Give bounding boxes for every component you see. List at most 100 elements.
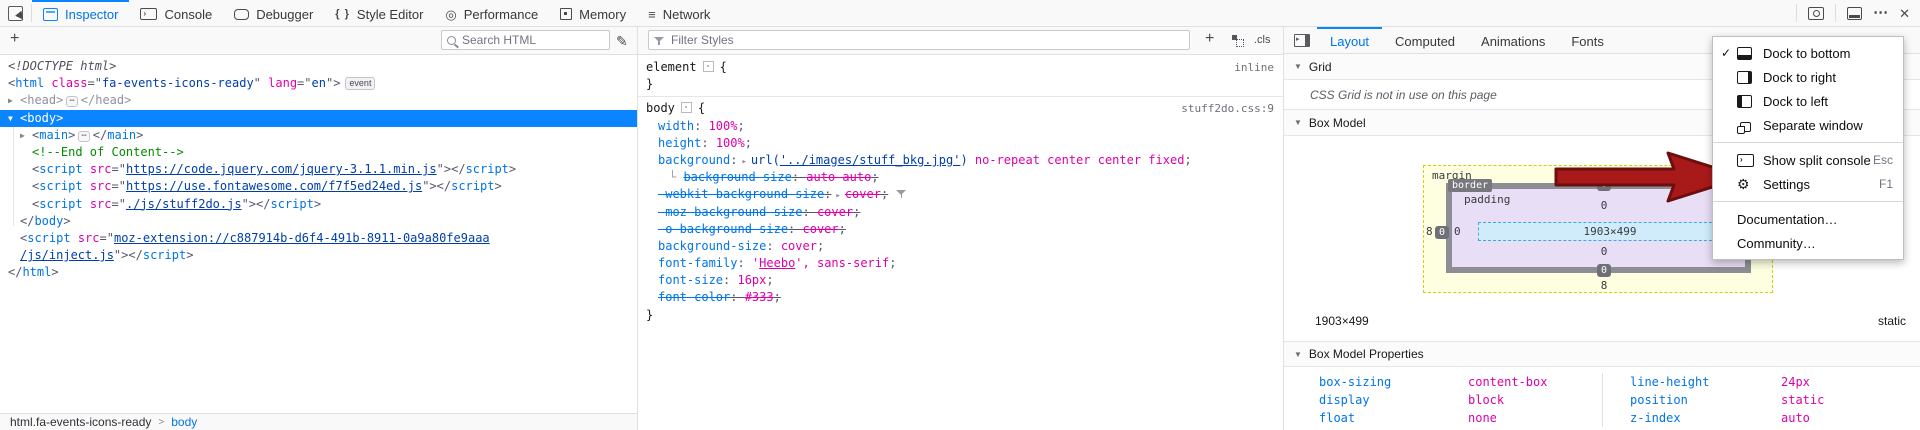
- property-row: line-height24px: [1630, 373, 1920, 391]
- tab-inspector[interactable]: Inspector: [32, 0, 129, 26]
- rule-source-link[interactable]: inline: [1234, 59, 1274, 76]
- css-declaration[interactable]: background-size: cover;: [638, 238, 1283, 255]
- css-declaration[interactable]: -webkit-background-size:▸cover;: [638, 186, 1283, 203]
- meatball-menu-icon[interactable]: ⋯: [1873, 8, 1888, 18]
- border-bottom-value[interactable]: 0: [1584, 263, 1624, 276]
- css-declaration[interactable]: body{stuff2do.css:9: [638, 100, 1283, 117]
- property-name[interactable]: line-height: [1630, 373, 1781, 391]
- tab-animations[interactable]: Animations: [1468, 27, 1558, 53]
- tab-label: Debugger: [256, 7, 313, 22]
- add-node-icon[interactable]: +: [10, 32, 19, 46]
- tab-memory[interactable]: Memory: [549, 0, 637, 26]
- rule-source-link[interactable]: stuff2do.css:9: [1181, 100, 1274, 117]
- css-declaration[interactable]: width: 100%;: [638, 118, 1283, 135]
- border-top-value[interactable]: 0: [1584, 177, 1624, 190]
- menu-item-community[interactable]: Community…: [1713, 231, 1903, 255]
- tab-debugger[interactable]: Debugger: [223, 0, 324, 26]
- css-declaration[interactable]: font-size: 16px;: [638, 272, 1283, 289]
- margin-left-value[interactable]: 8: [1426, 225, 1433, 238]
- collapse-twisty-icon[interactable]: ▼: [8, 110, 13, 127]
- tab-computed[interactable]: Computed: [1382, 27, 1468, 53]
- split-console-icon: ›: [1737, 154, 1754, 167]
- css-declaration[interactable]: font-family: 'Heebo', sans-serif;: [638, 255, 1283, 272]
- tab-label: Style Editor: [357, 7, 423, 22]
- markup-row[interactable]: ▶<head>⋯</head>: [0, 92, 637, 109]
- menu-item-settings[interactable]: ⚙SettingsF1: [1713, 172, 1903, 196]
- highlight-selector-icon[interactable]: [703, 61, 714, 72]
- menu-item-documentation[interactable]: Documentation…: [1713, 207, 1903, 231]
- css-declaration[interactable]: element{inline: [638, 59, 1283, 76]
- padding-left-value[interactable]: 0: [1454, 225, 1461, 238]
- markup-row[interactable]: <script src="moz-extension://c887914b-d6…: [0, 230, 637, 247]
- css-declaration[interactable]: font-color: #333;: [638, 289, 1283, 306]
- css-declaration[interactable]: height: 100%;: [638, 135, 1283, 152]
- expand-twisty-icon[interactable]: ▶: [8, 92, 13, 109]
- dock-side-icon[interactable]: [1847, 7, 1862, 20]
- menu-item-dock-to-right[interactable]: Dock to right: [1713, 65, 1903, 89]
- css-declaration[interactable]: -moz-background-size: cover;: [638, 204, 1283, 221]
- element-dimensions: 1903×499: [1315, 314, 1369, 328]
- padding-bottom-value[interactable]: 0: [1584, 245, 1624, 258]
- markup-row[interactable]: /js/inject.js"></script>: [0, 247, 637, 264]
- tab-fonts[interactable]: Fonts: [1558, 27, 1617, 53]
- expand-twisty-icon[interactable]: ▶: [20, 127, 25, 144]
- padding-label: padding: [1464, 193, 1510, 206]
- menu-item-dock-to-left[interactable]: Dock to left: [1713, 89, 1903, 113]
- property-name[interactable]: position: [1630, 391, 1781, 409]
- settings-gear-icon: ⚙: [1737, 177, 1750, 191]
- menu-item-dock-to-bottom[interactable]: ✓Dock to bottom: [1713, 41, 1903, 65]
- padding-top-value[interactable]: 0: [1584, 199, 1624, 212]
- css-declaration[interactable]: }: [638, 307, 1283, 324]
- eyedropper-icon[interactable]: ✎: [616, 33, 628, 50]
- menu-item-show-split-console[interactable]: ›Show split consoleEsc: [1713, 148, 1903, 172]
- overridden-filter-icon[interactable]: [896, 189, 907, 199]
- tab-console[interactable]: ›Console: [129, 0, 223, 26]
- tab-network[interactable]: ≡Network: [637, 0, 721, 26]
- rules-panel: + .cls element{inline} body{stuff2do.css:…: [638, 27, 1284, 430]
- breadcrumb-node[interactable]: html.fa-events-icons-ready: [10, 415, 151, 429]
- screenshot-camera-icon[interactable]: [1808, 7, 1824, 20]
- css-declaration[interactable]: background:▸url('../images/stuff_bkg.jpg…: [638, 152, 1283, 169]
- menu-item-separate-window[interactable]: Separate window: [1713, 113, 1903, 137]
- close-icon[interactable]: ✕: [1899, 7, 1910, 20]
- add-rule-icon[interactable]: +: [1205, 32, 1214, 46]
- tab-performance[interactable]: ◎Performance: [434, 0, 549, 26]
- pseudo-class-icon[interactable]: [1232, 35, 1244, 47]
- css-declaration[interactable]: -o-background-size: cover;: [638, 221, 1283, 238]
- collapsed-ellipsis-badge[interactable]: ⋯: [78, 131, 89, 142]
- menu-shortcut: Esc: [1873, 153, 1893, 167]
- filter-styles-input[interactable]: [648, 30, 1190, 50]
- collapsed-ellipsis-badge[interactable]: ⋯: [66, 96, 77, 107]
- property-name[interactable]: z-index: [1630, 409, 1781, 427]
- event-badge[interactable]: event: [345, 77, 375, 90]
- box-model-properties: box-sizingcontent-boxdisplayblockfloatno…: [1284, 367, 1920, 427]
- highlight-selector-icon[interactable]: [681, 102, 692, 113]
- search-html-input[interactable]: [441, 30, 610, 50]
- markup-row[interactable]: <!--End of Content-->: [0, 144, 637, 161]
- markup-row[interactable]: ▶<main>⋯</main>: [0, 127, 637, 144]
- tab-style-editor[interactable]: { }Style Editor: [324, 0, 434, 26]
- border-left-value[interactable]: 0: [1435, 225, 1449, 238]
- pick-element-icon[interactable]: [8, 6, 23, 21]
- property-name[interactable]: display: [1319, 391, 1468, 409]
- markup-toolbar: + ✎: [0, 27, 637, 55]
- class-toggle-button[interactable]: .cls: [1254, 34, 1271, 46]
- margin-bottom-value[interactable]: 8: [1584, 279, 1624, 292]
- tab-layout[interactable]: Layout: [1317, 27, 1382, 53]
- css-declaration[interactable]: }: [638, 76, 1283, 93]
- box-model-properties-header[interactable]: ▼ Box Model Properties: [1284, 341, 1920, 367]
- menu-separator: [1713, 142, 1903, 143]
- markup-row[interactable]: ▼<body>: [0, 110, 637, 127]
- markup-row[interactable]: <script src="https://use.fontawesome.com…: [0, 178, 637, 195]
- markup-row[interactable]: <script src="./js/stuff2do.js"></script>: [0, 196, 637, 213]
- property-name[interactable]: box-sizing: [1319, 373, 1468, 391]
- markup-row[interactable]: </html>: [0, 264, 637, 281]
- css-declaration[interactable]: └ background-size: auto auto;: [638, 169, 1283, 186]
- property-name[interactable]: float: [1319, 409, 1468, 427]
- breadcrumb-selected[interactable]: body: [171, 415, 197, 429]
- markup-row[interactable]: </body>: [0, 213, 637, 230]
- markup-row[interactable]: <html class="fa-events-icons-ready" lang…: [0, 75, 637, 92]
- sidebar-toggle-icon[interactable]: ▸: [1294, 34, 1310, 47]
- markup-row[interactable]: <script src="https://code.jquery.com/jqu…: [0, 161, 637, 178]
- markup-row[interactable]: <!DOCTYPE html>: [0, 58, 637, 75]
